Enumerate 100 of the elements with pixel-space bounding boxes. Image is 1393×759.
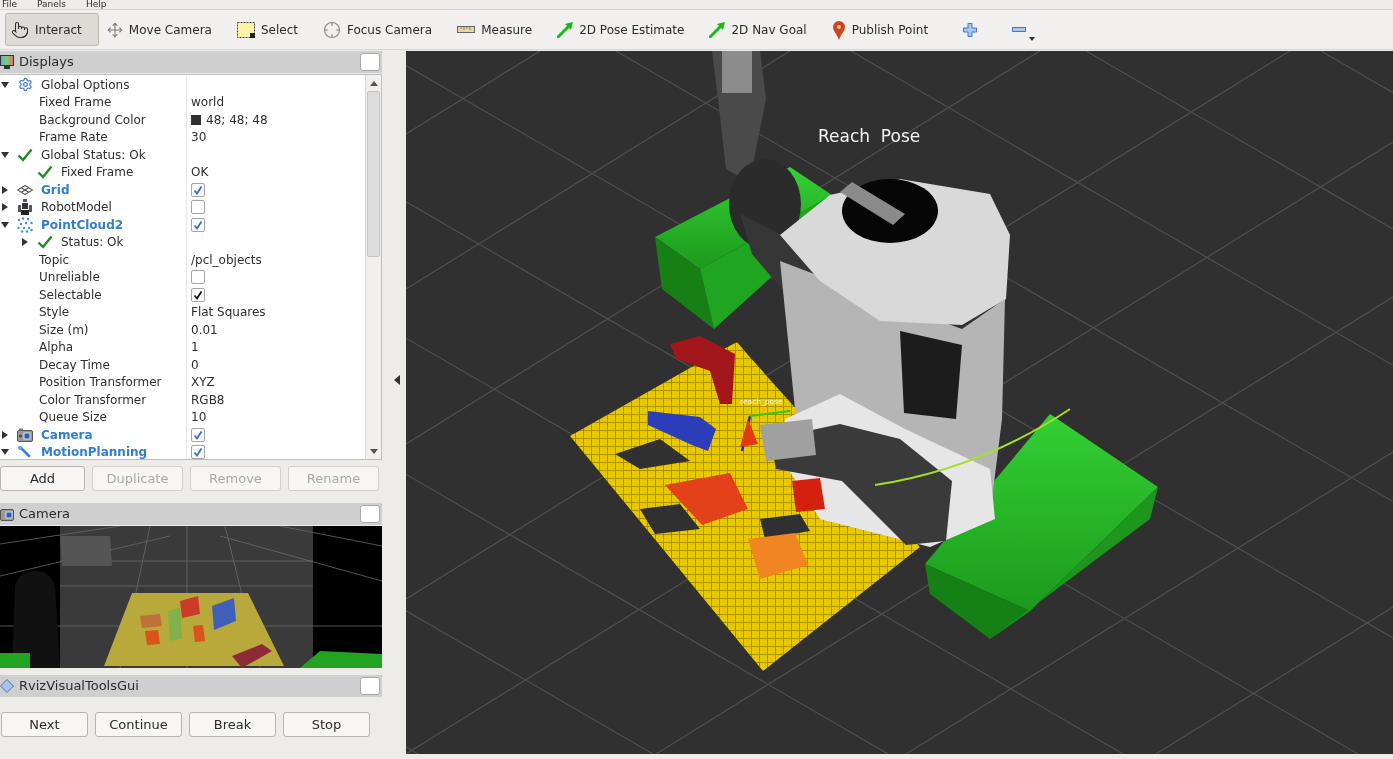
display-label[interactable]: Camera [41,425,93,444]
expand-arrow-icon[interactable] [1,81,9,88]
property-value: /pcl_objects [191,251,262,269]
push-button[interactable]: Break [189,712,276,737]
checkbox[interactable] [191,200,205,215]
toolbar-button[interactable]: Select [230,13,315,46]
display-label[interactable]: PointCloud2 [41,215,124,234]
collapse-panel-icon[interactable] [394,375,400,385]
checkbox[interactable] [191,217,205,232]
diagonal-arrow-icon [709,21,726,38]
tree-item-label[interactable]: Fixed Frame [61,163,134,182]
property-label: Topic [39,251,70,269]
push-button[interactable]: Continue [95,712,182,737]
display-label[interactable]: MotionPlanning [41,443,148,459]
hand-pointer-icon [11,20,29,39]
diamond-icon [0,679,14,693]
toolbar-button[interactable]: Measure [451,13,550,46]
property-label: Frame Rate [39,129,108,147]
property-label: Style [39,304,70,322]
checkbox[interactable] [191,182,205,197]
property-value: 0 [191,356,199,374]
crosshair-icon [322,20,341,39]
panel-title: Camera [19,505,71,524]
minus-icon [1012,27,1027,32]
property-label: Unreliable [39,269,100,287]
robot-icon [17,199,33,216]
checkbox[interactable] [191,270,205,285]
table-gap [640,504,700,534]
four-arrows-icon [106,21,123,38]
point-cloud-object [792,478,825,512]
property-label: Background Color [39,111,146,129]
push-button[interactable]: Next [1,712,88,737]
scrollbar[interactable] [365,75,381,459]
property-label: Alpha [39,339,74,357]
panel-title: Displays [19,53,74,72]
property-value: RGB8 [191,391,225,409]
menu-item[interactable]: Panels [37,0,67,9]
property-label: Queue Size [39,409,107,427]
table-gap [760,514,810,539]
property-label: Color Transformer [39,391,147,409]
map-pin-icon [831,19,846,40]
property-label: Fixed Frame [39,94,112,112]
expand-arrow-icon[interactable] [1,221,9,228]
property-value: 30 [191,129,207,147]
menu-item[interactable]: File [2,0,18,9]
plus-icon [963,22,978,37]
settings-icon [17,77,33,93]
scroll-down-icon[interactable] [369,448,378,454]
property-value: world [191,94,225,112]
viewport-label: Reach Pose [818,126,921,146]
push-button[interactable]: Add [0,466,85,491]
tree-item-label[interactable]: Global Status: Ok [41,145,146,164]
point-cloud-object [748,533,808,579]
collapse-arrow-icon[interactable] [22,238,28,247]
pose-axes-drawing [740,410,791,452]
property-label: Decay Time [39,356,110,374]
property-value: OK [191,164,209,182]
toolbar-button[interactable]: 2D Pose Estimate [551,13,702,46]
collapse-arrow-icon[interactable] [2,430,8,439]
scrollbar-thumb[interactable] [367,91,380,257]
checkbox[interactable] [191,445,205,459]
push-button[interactable]: Stop [283,712,370,737]
toolbar-button[interactable]: Interact [5,13,99,46]
toolbar-button[interactable]: Move Camera [100,13,229,46]
property-value: Flat Squares [191,304,266,322]
property-label: Position Transformer [39,374,162,392]
toolbar-button[interactable]: Publish Point [825,13,946,46]
selection-rectangle-icon [236,21,255,38]
wrench-icon [17,446,33,459]
expand-arrow-icon[interactable] [1,151,9,158]
monitor-icon [0,55,14,69]
toolbar-button[interactable]: Focus Camera [316,13,450,46]
display-label[interactable]: RobotModel [41,198,112,217]
property-value: XYZ [191,374,215,392]
check-icon [37,165,53,180]
check-icon [37,235,53,250]
tree-item-label[interactable]: Global Options [41,75,130,94]
panel-title: RvizVisualToolsGui [19,677,139,696]
ruler-icon [457,26,476,33]
point-cloud-object [648,411,716,451]
property-label: Selectable [39,286,102,304]
tree-item-label[interactable]: Status: Ok [61,233,124,252]
diagonal-arrow-icon [557,21,574,38]
menu-item[interactable]: Help [86,0,107,9]
caret-icon [1029,37,1036,41]
checkbox[interactable] [191,427,205,442]
property-value: 10 [191,409,207,427]
display-label[interactable]: Grid [41,180,70,199]
scroll-up-icon[interactable] [369,80,378,86]
checkbox[interactable] [191,287,205,302]
expand-arrow-icon[interactable] [1,449,9,456]
point-cloud-object [670,336,735,404]
toolbar-button[interactable]: 2D Nav Goal [703,13,824,46]
collapse-arrow-icon[interactable] [2,203,8,212]
property-label: Size (m) [39,321,89,339]
camera-icon [17,427,33,442]
point-cloud-icon [17,216,33,233]
camera-icon [0,507,14,521]
check-icon [17,147,33,162]
collapse-arrow-icon[interactable] [2,185,8,194]
